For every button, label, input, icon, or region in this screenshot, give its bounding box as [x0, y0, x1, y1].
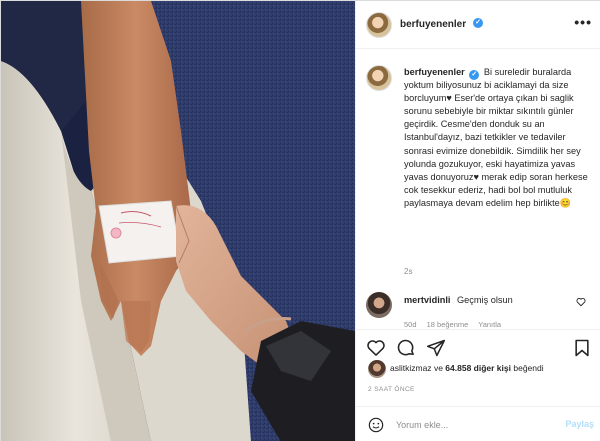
comment-input[interactable] [396, 416, 546, 434]
other-likers-count[interactable]: 64.858 diğer kişi [445, 363, 511, 373]
comment-reply-button[interactable]: Yanıtla [478, 320, 501, 329]
comment: mertvidinli Geçmiş olsun [404, 295, 584, 305]
post-header: berfuyenenler ✓ ••• [356, 1, 600, 49]
likes-suffix: beğendi [513, 363, 544, 373]
comment-text: Geçmiş olsun [457, 295, 513, 305]
author-username[interactable]: berfuyenenler [400, 19, 466, 30]
comment-like-heart-icon[interactable] [576, 297, 586, 307]
author-avatar[interactable] [366, 12, 392, 38]
post-photo[interactable] [1, 1, 355, 441]
post-time-ago[interactable]: 2 SAAT ÖNCE [368, 386, 415, 393]
comment-bubble-icon[interactable] [396, 338, 416, 358]
caption-author-username[interactable]: berfuyenenler [404, 67, 465, 77]
comment-meta: 50d 18 beğenme Yanıtla [404, 320, 509, 329]
post-actions [356, 329, 600, 365]
likes-summary: aslitkizmaz ve 64.858 diğer kişi beğendi [368, 360, 544, 378]
post-caption: berfuyenenler ✓ Bi sureledir buralarda y… [404, 66, 590, 210]
like-heart-icon[interactable] [366, 338, 386, 358]
verified-badge-icon: ✓ [473, 18, 483, 28]
caption-timestamp[interactable]: 2s [404, 267, 412, 276]
hospital-hands-photo [1, 1, 355, 441]
caption-author-avatar[interactable] [366, 65, 392, 91]
caption-verified-badge-icon: ✓ [469, 70, 480, 80]
commenter-username[interactable]: mertvidinli [404, 295, 450, 305]
comment-likes[interactable]: 18 beğenme [427, 320, 469, 329]
share-send-icon[interactable] [426, 338, 446, 358]
emoji-smiley-icon[interactable] [368, 417, 384, 433]
liker-avatar[interactable] [368, 360, 386, 378]
more-options-icon[interactable]: ••• [574, 14, 592, 30]
comment-time[interactable]: 50d [404, 320, 417, 329]
post-comment-button[interactable]: Paylaş [565, 419, 594, 429]
add-comment-bar: Paylaş [356, 406, 600, 441]
commenter-avatar[interactable] [366, 292, 392, 318]
comments-section: berfuyenenler ✓ Bi sureledir buralarda y… [356, 49, 600, 329]
instagram-post-modal: berfuyenenler ✓ ••• berfuyenenler ✓ Bi s… [0, 0, 600, 441]
save-bookmark-icon[interactable] [572, 338, 592, 358]
first-liker-username[interactable]: aslitkizmaz [390, 363, 432, 373]
likes-connector: ve [433, 363, 443, 373]
caption-text: Bi sureledir buralarda yoktum biliyosunu… [404, 67, 588, 208]
post-side-panel: berfuyenenler ✓ ••• berfuyenenler ✓ Bi s… [355, 1, 600, 441]
